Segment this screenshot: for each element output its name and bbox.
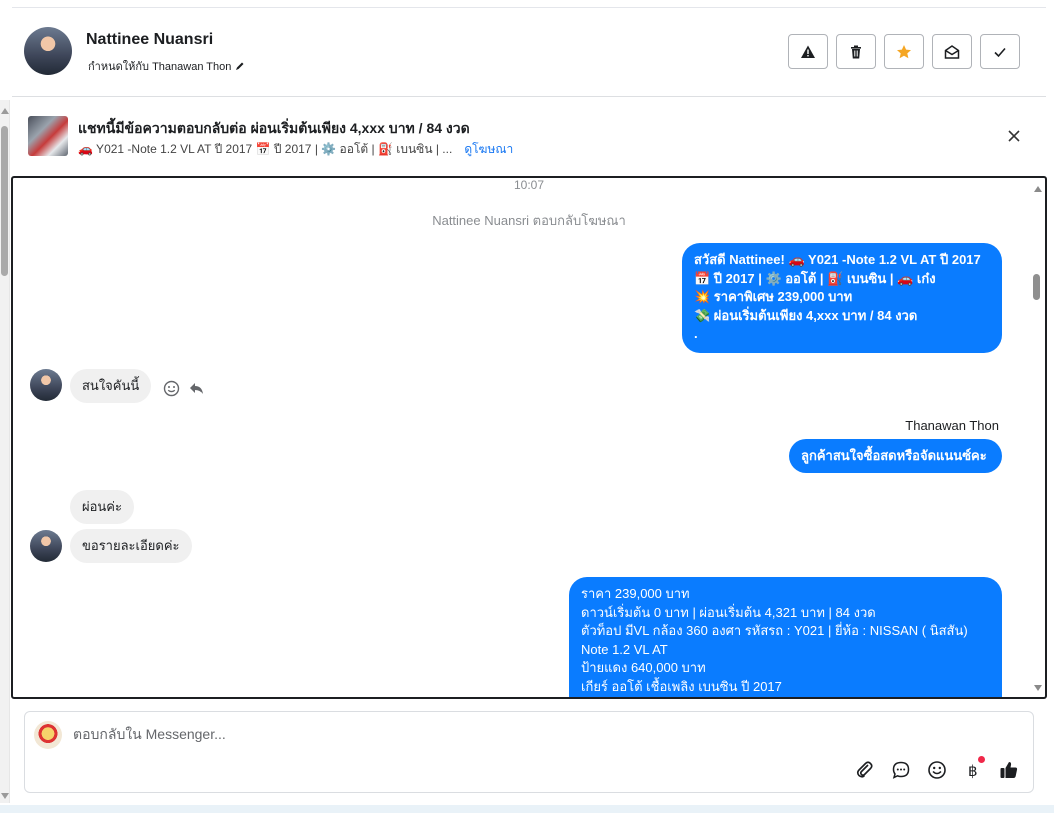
close-banner-button[interactable] [1004,126,1024,146]
message-thread[interactable]: 10:07 Nattinee Nuansri ตอบกลับโฆษณา สวัส… [11,176,1047,699]
scroll-up-arrow[interactable] [1,108,9,114]
attach-button[interactable] [855,760,875,780]
trash-icon [851,45,861,58]
saved-replies-button[interactable] [891,760,911,780]
bottom-band [0,805,1054,813]
composer-tools: ฿ [855,756,1019,780]
conversation-header: Nattinee Nuansri กำหนดให้กับ Thanawan Th… [12,8,1046,97]
incoming-message[interactable]: สนใจคันนี้ [70,369,152,403]
contact-avatar-small[interactable] [30,530,62,562]
scroll-up-arrow[interactable] [1034,186,1042,192]
message-actions [163,380,205,397]
ad-reply-banner: แชทนี้มีข้อความตอบกลับต่อ ผ่อนเริ่มต้นเพ… [12,98,1046,176]
ad-description: 🚗 Y021 -Note 1.2 VL AT ปี 2017 📅 ปี 2017… [78,142,453,156]
close-icon [1008,130,1020,142]
conversation-view: Nattinee Nuansri กำหนดให้กับ Thanawan Th… [0,0,1054,813]
timestamp: 10:07 [513,178,545,192]
header-actions [788,34,1020,69]
ad-thumbnail[interactable] [28,116,68,156]
scroll-thumb[interactable] [1033,274,1040,300]
reply-composer: ฿ [24,711,1034,793]
done-button[interactable] [980,34,1020,69]
mark-unread-button[interactable] [932,34,972,69]
delete-button[interactable] [836,34,876,69]
scroll-thumb[interactable] [1,126,8,276]
pencil-icon[interactable] [235,61,245,71]
emoji-button[interactable] [927,760,947,780]
page-avatar [34,721,62,749]
thread-scrollbar[interactable] [1031,178,1045,697]
outgoing-message[interactable]: ราคา 239,000 บาท ดาวน์เริ่มต้น 0 บาท | ผ… [569,577,1002,697]
assigned-to[interactable]: กำหนดให้กับ Thanawan Thon [88,57,245,75]
assigned-label: กำหนดให้กับ Thanawan Thon [88,61,232,73]
baht-icon: ฿ [968,762,978,780]
incoming-message[interactable]: ขอรายละเอียดค่ะ [70,529,192,563]
reply-icon[interactable] [188,380,205,397]
agent-name: Thanawan Thon [905,418,999,433]
reply-input[interactable] [73,726,673,742]
incoming-message[interactable]: ผ่อนค่ะ [70,490,134,524]
contact-avatar-small[interactable] [30,369,62,401]
notification-dot [978,756,985,763]
page-scrollbar[interactable] [0,100,10,803]
system-note: Nattinee Nuansri ตอบกลับโฆษณา [432,213,626,228]
outgoing-message[interactable]: สวัสดี Nattinee! 🚗 Y021 -Note 1.2 VL AT … [682,243,1002,353]
star-icon [897,44,911,58]
like-button[interactable] [999,760,1019,780]
contact-name[interactable]: Nattinee Nuansri [86,31,213,49]
envelope-open-icon [944,44,960,59]
svg-text:฿: ฿ [968,762,978,780]
outgoing-message[interactable]: ลูกค้าสนใจซื้อสดหรือจัดแนนซ์คะ [789,439,1002,473]
chat-bubble-icon [892,761,910,779]
star-button[interactable] [884,34,924,69]
payment-button[interactable]: ฿ [963,756,985,780]
scroll-down-arrow[interactable] [1,793,9,799]
warning-icon [801,45,815,58]
paperclip-icon [856,761,873,778]
contact-avatar[interactable] [24,27,72,75]
view-ad-link[interactable]: ดูโฆษณา [464,142,513,156]
check-icon [994,47,1006,57]
report-button[interactable] [788,34,828,69]
emoji-react-icon[interactable] [163,380,180,397]
ad-subtitle: 🚗 Y021 -Note 1.2 VL AT ปี 2017 📅 ปี 2017… [78,140,513,159]
scroll-down-arrow[interactable] [1034,685,1042,691]
thumbs-up-icon [1000,762,1018,778]
emoji-icon [928,761,946,779]
ad-title: แชทนี้มีข้อความตอบกลับต่อ ผ่อนเริ่มต้นเพ… [78,120,470,136]
